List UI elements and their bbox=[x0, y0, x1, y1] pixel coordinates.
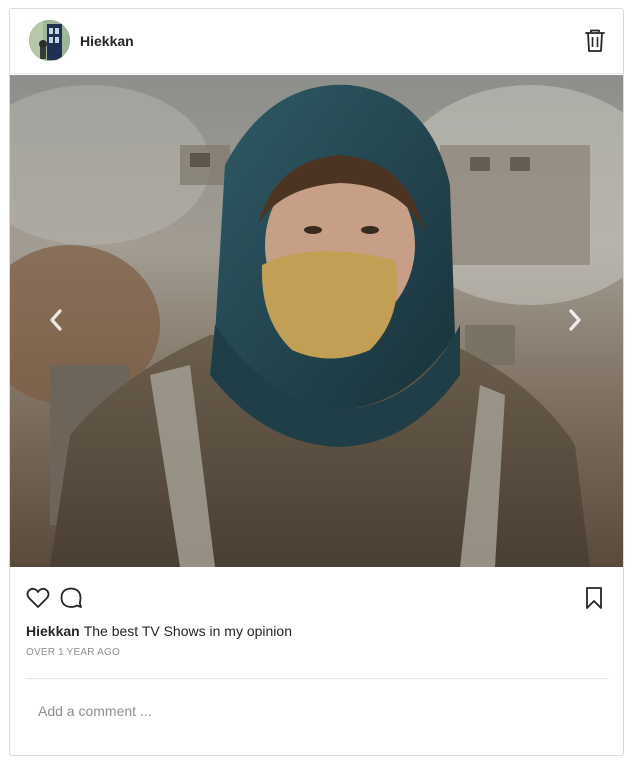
chevron-right-icon bbox=[569, 309, 581, 331]
bookmark-icon bbox=[586, 587, 602, 609]
post-header: Hiekkan bbox=[10, 9, 623, 74]
avatar-image bbox=[29, 20, 70, 61]
comment-button[interactable] bbox=[58, 585, 84, 611]
post-card: Hiekkan Hiekkan The best TV Shows in my … bbox=[9, 8, 624, 756]
delete-post-button[interactable] bbox=[584, 29, 606, 53]
comment-input[interactable] bbox=[26, 694, 586, 728]
comment-divider bbox=[26, 678, 609, 679]
post-image[interactable] bbox=[10, 75, 623, 567]
avatar[interactable] bbox=[29, 20, 70, 61]
post-image-content bbox=[10, 75, 623, 567]
post-actions bbox=[10, 575, 623, 615]
carousel-next-button[interactable] bbox=[565, 307, 585, 333]
post-author-name[interactable]: Hiekkan bbox=[80, 33, 134, 49]
trash-icon bbox=[585, 29, 605, 52]
heart-icon bbox=[26, 587, 50, 608]
caption-username[interactable]: Hiekkan bbox=[26, 623, 80, 639]
post-timestamp: OVER 1 YEAR AGO bbox=[26, 647, 120, 658]
speech-bubble-icon bbox=[60, 587, 82, 608]
carousel-prev-button[interactable] bbox=[46, 307, 66, 333]
like-button[interactable] bbox=[25, 585, 51, 611]
chevron-left-icon bbox=[50, 309, 62, 331]
caption-text: The best TV Shows in my opinion bbox=[83, 623, 292, 639]
save-button[interactable] bbox=[581, 585, 607, 611]
post-caption: Hiekkan The best TV Shows in my opinion bbox=[26, 623, 292, 639]
